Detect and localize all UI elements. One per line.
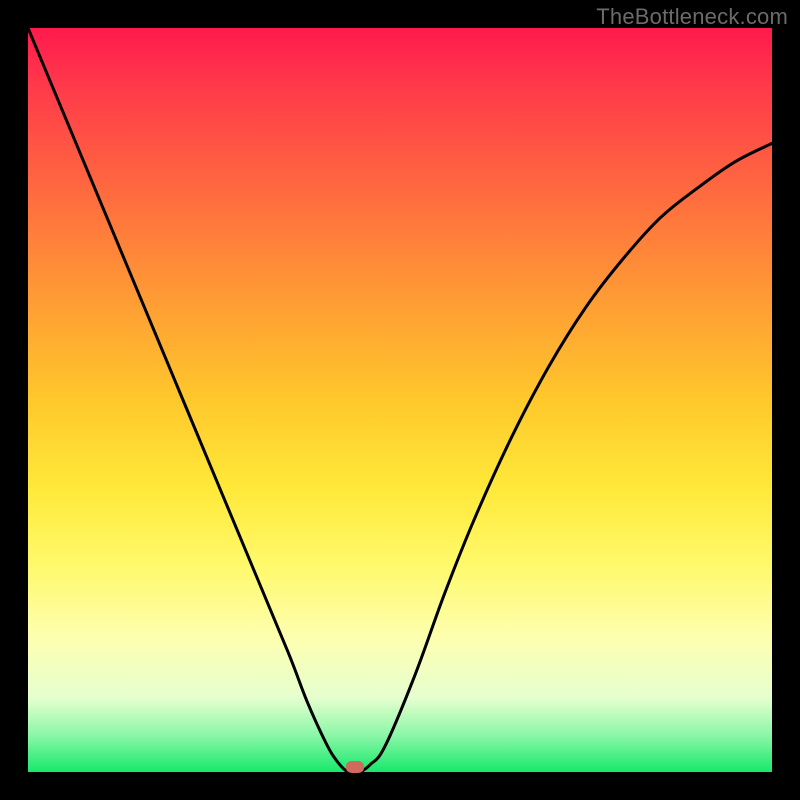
plot-area bbox=[28, 28, 772, 772]
watermark-text: TheBottleneck.com bbox=[596, 4, 788, 30]
chart-frame: TheBottleneck.com bbox=[0, 0, 800, 800]
bottleneck-curve bbox=[28, 28, 772, 772]
minimum-marker bbox=[346, 761, 364, 773]
